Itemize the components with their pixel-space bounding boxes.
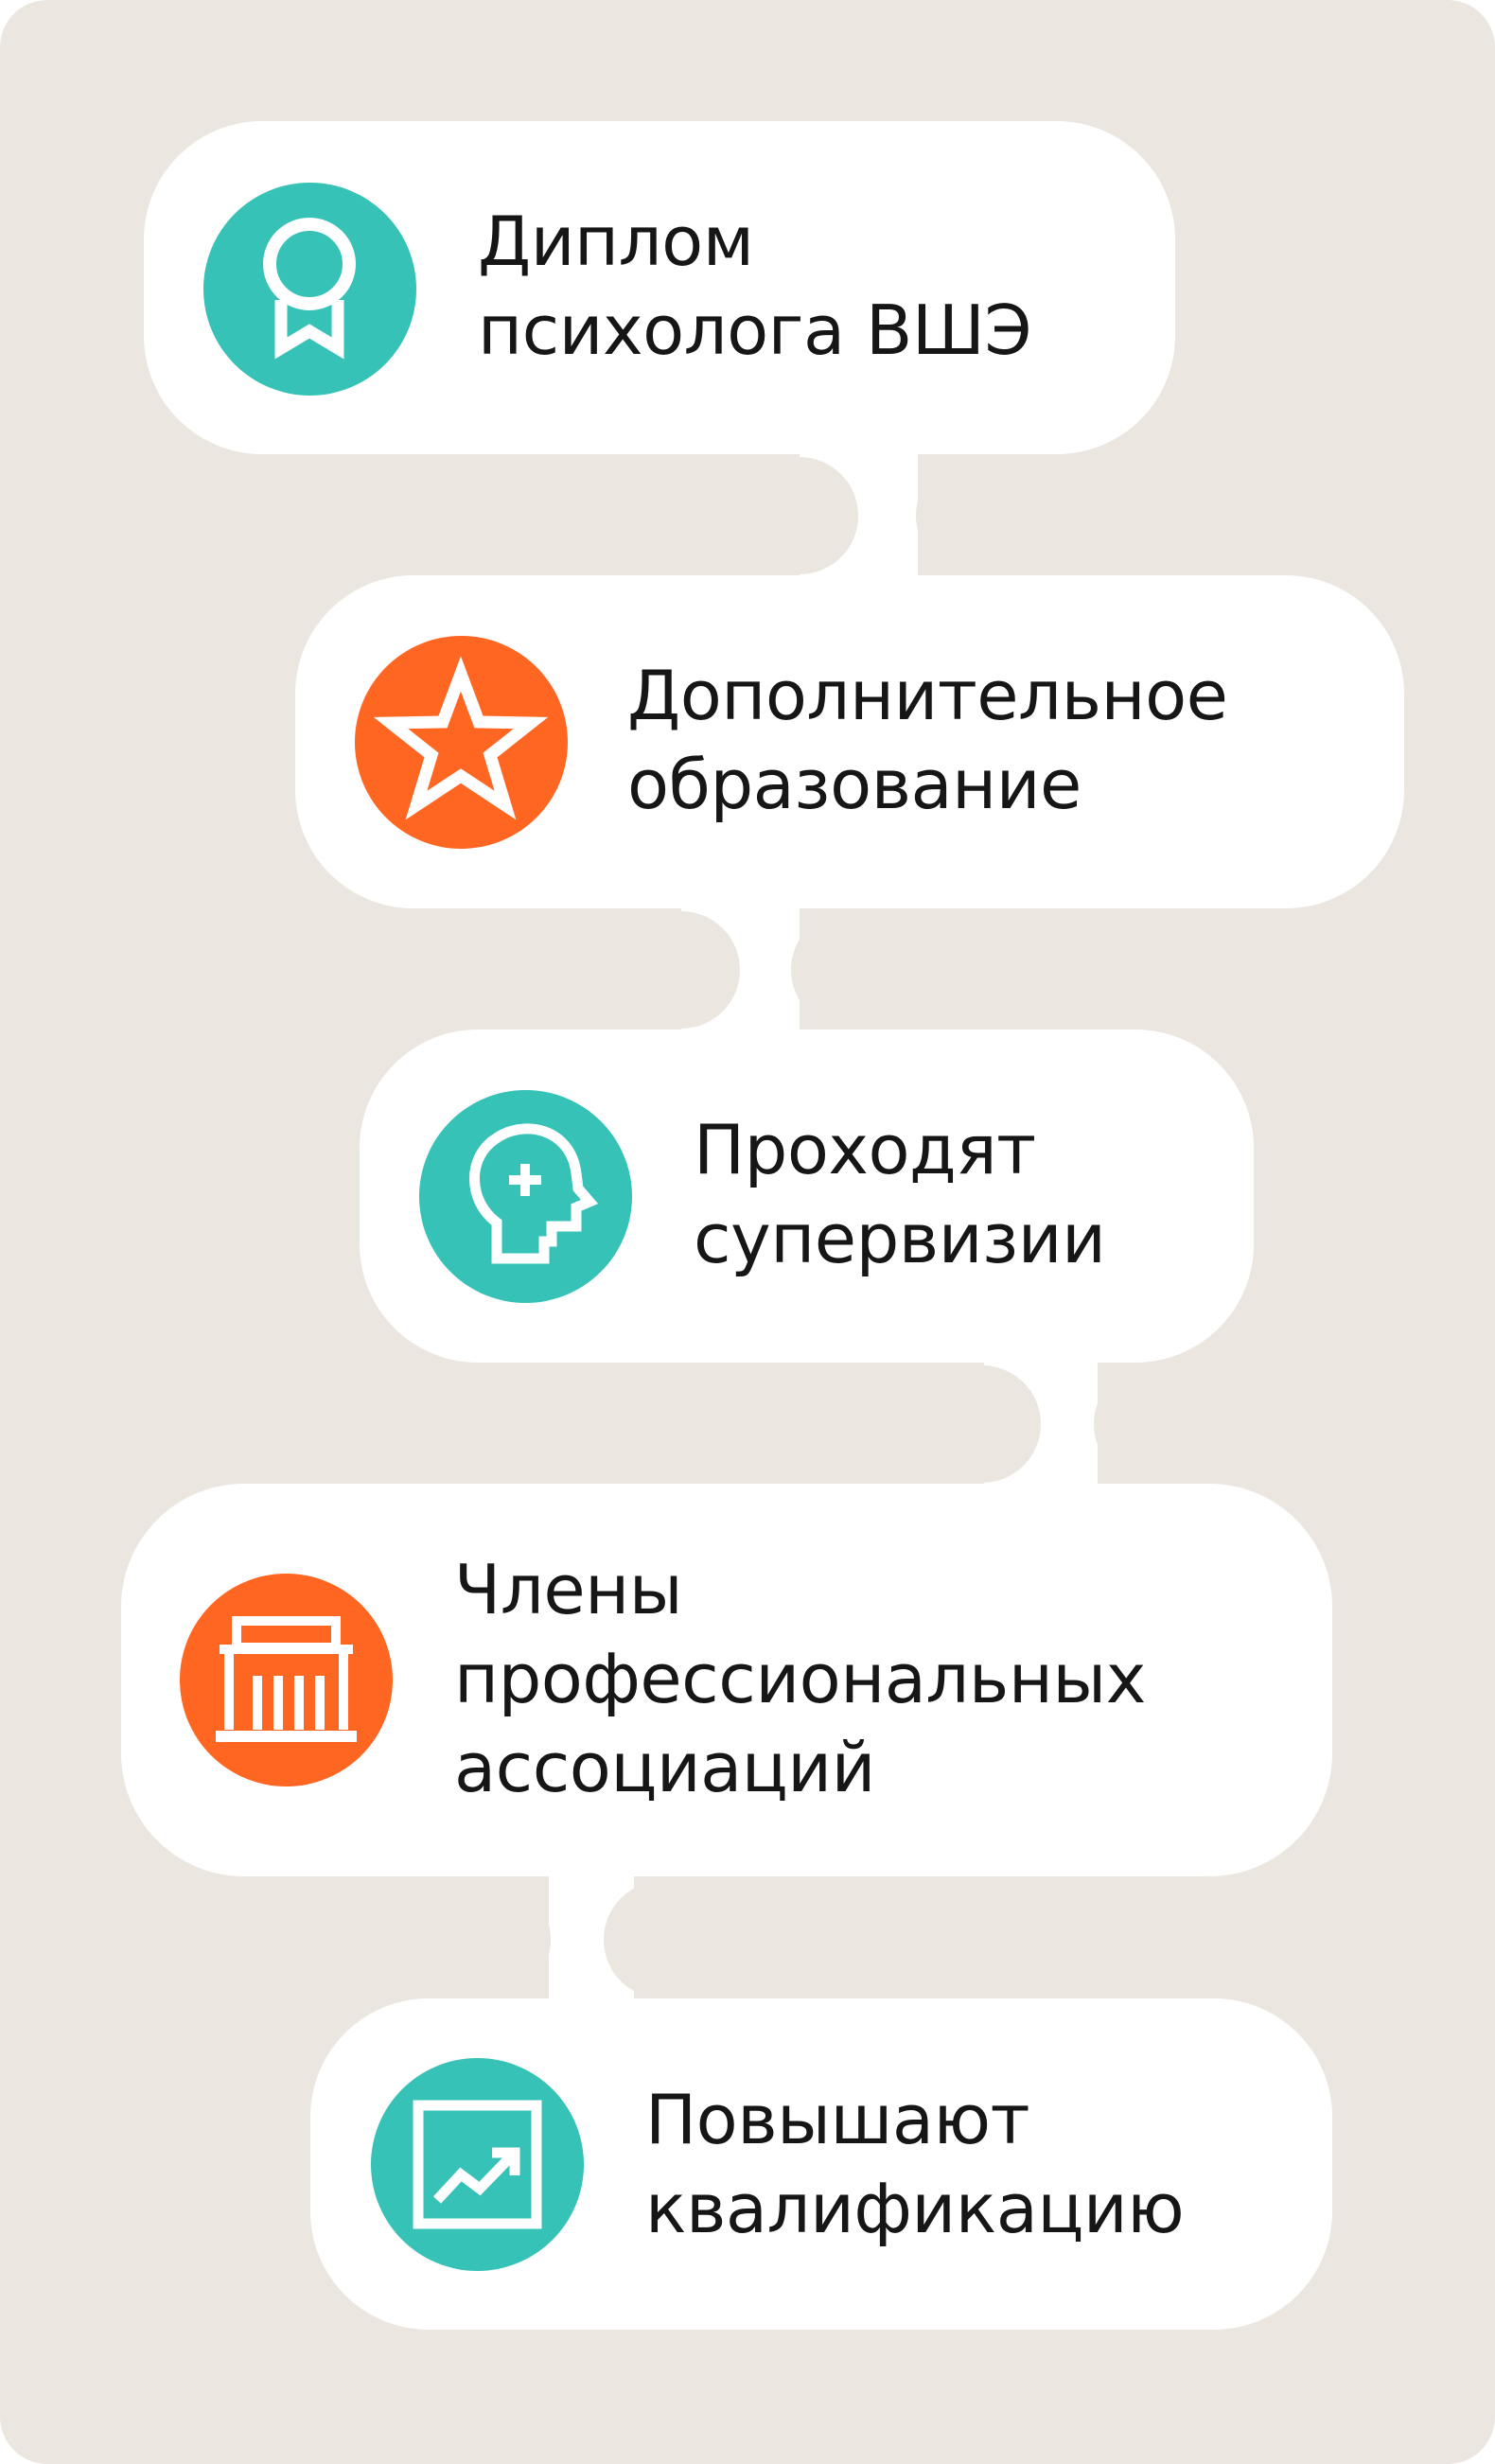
step-label-3: Проходят супервизии (694, 1105, 1106, 1283)
connector-curve (916, 457, 1033, 574)
step-2-line-2: образование (627, 745, 1082, 824)
connector-curve (623, 911, 740, 1029)
step-label-2: Дополнительное образование (627, 651, 1228, 829)
connector-curve (604, 1881, 721, 1998)
step-3-line-2: супервизии (694, 1199, 1106, 1278)
step-1-line-1: Диплом (478, 202, 754, 281)
background-panel: Диплом психолога ВШЭ Дополнительное обра… (0, 0, 1495, 2464)
connector-curve (1094, 1365, 1211, 1483)
connector-curve (433, 1881, 551, 1998)
connector-curve (923, 1365, 1041, 1483)
connector-curve (791, 911, 908, 1029)
step-4-line-1: Члены (454, 1550, 683, 1629)
connector-curve (741, 457, 858, 574)
step-4-line-3: ассоциаций (454, 1728, 875, 1807)
growth-chart-icon (371, 2058, 584, 2271)
step-label-5: Повышают квалификацию (645, 2075, 1185, 2253)
step-4-line-2: профессиональных (454, 1639, 1146, 1718)
step-3-line-1: Проходят (694, 1110, 1036, 1189)
step-5-line-1: Повышают (645, 2080, 1030, 2159)
step-1-line-2: психолога ВШЭ (478, 290, 1032, 370)
step-label-4: Члены профессиональных ассоциаций (454, 1545, 1146, 1812)
star-icon (355, 636, 568, 849)
head-plus-icon (419, 1090, 632, 1303)
ribbon-badge-icon (203, 183, 416, 396)
step-label-1: Диплом психолога ВШЭ (478, 197, 1032, 375)
step-5-line-2: квалификацию (645, 2169, 1185, 2248)
step-2-line-1: Дополнительное (627, 656, 1228, 735)
building-icon (180, 1574, 393, 1786)
